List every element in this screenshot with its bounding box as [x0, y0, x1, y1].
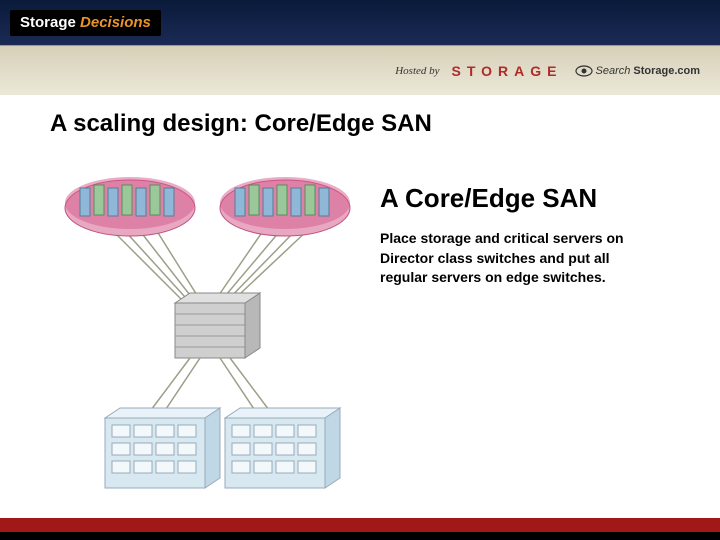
brand-storage: STORAGE: [452, 63, 563, 79]
header-bar: Storage Decisions: [0, 0, 720, 45]
slide-title: A scaling design: Core/Edge SAN: [50, 110, 690, 138]
eye-icon: [575, 65, 593, 77]
san-diagram: [50, 153, 370, 503]
storage-array-left: [105, 408, 220, 488]
slide-content: A scaling design: Core/Edge SAN: [0, 95, 720, 503]
logo-text: Storage Decisions: [20, 14, 151, 31]
logo-word2: Decisions: [80, 14, 151, 31]
main-row: A Core/Edge SAN Place storage and critic…: [50, 153, 690, 503]
logo-badge: Storage Decisions: [10, 10, 161, 36]
logo-word1: Storage: [20, 14, 76, 31]
edge-pool-right: [220, 177, 350, 236]
text-panel: A Core/Edge SAN Place storage and critic…: [380, 153, 690, 503]
brand2-suffix: Storage.com: [633, 65, 700, 77]
hosted-label: Hosted by: [395, 65, 439, 77]
body-text: Place storage and critical servers on Di…: [380, 229, 660, 288]
storage-array-right: [225, 408, 340, 488]
edge-pool-left: [65, 177, 195, 236]
brand2-prefix: Search: [596, 65, 631, 77]
director-switch: [175, 293, 260, 358]
section-title: A Core/Edge SAN: [380, 183, 690, 214]
footer-bar: [0, 518, 720, 540]
subheader-bar: Hosted by STORAGE SearchStorage.com: [0, 45, 720, 95]
brand-searchstorage: SearchStorage.com: [575, 65, 701, 77]
